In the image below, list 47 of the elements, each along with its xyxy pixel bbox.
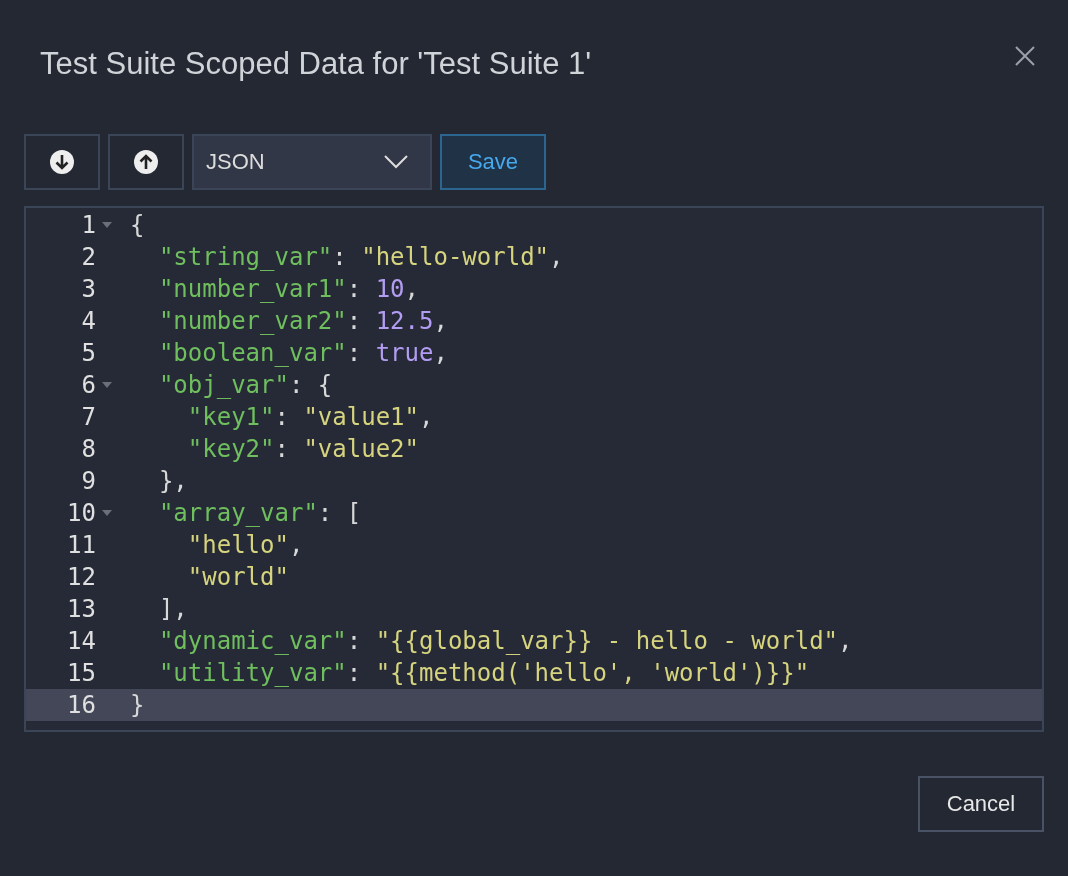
down-arrow-circle-icon — [50, 150, 74, 174]
fold-arrow-icon[interactable] — [102, 222, 112, 228]
code-line: "key1": "value1", — [186, 403, 434, 431]
fold-arrow-icon[interactable] — [102, 510, 112, 516]
fold-arrow-icon[interactable] — [102, 382, 112, 388]
code-line: "dynamic_var": "{{global_var}} - hello - world", — [157, 627, 853, 655]
code-editor[interactable] — [24, 206, 1044, 732]
line-number: 9 — [80, 467, 96, 495]
code-line: "number_var1": 10, — [157, 275, 419, 303]
line-number: 12 — [66, 563, 96, 591]
code-line: "utility_var": "{{method('hello', 'world')}}" — [157, 659, 810, 687]
line-number: 8 — [80, 435, 96, 463]
line-number: 13 — [66, 595, 96, 623]
line-number: 15 — [66, 659, 96, 687]
line-number: 3 — [80, 275, 96, 303]
cancel-button[interactable]: Cancel — [918, 776, 1044, 832]
line-number: 11 — [66, 531, 96, 559]
download-button[interactable] — [24, 134, 100, 190]
code-line: "number_var2": 12.5, — [157, 307, 448, 335]
code-line: } — [130, 691, 145, 719]
line-number: 5 — [80, 339, 96, 367]
close-button[interactable] — [1014, 45, 1036, 67]
close-icon — [1014, 45, 1036, 67]
code-line: ], — [157, 595, 188, 623]
code-line: "obj_var": { — [157, 371, 333, 399]
up-arrow-circle-icon — [134, 150, 158, 174]
upload-button[interactable] — [108, 134, 184, 190]
line-number: 7 — [80, 403, 96, 431]
line-number: 16 — [66, 691, 96, 719]
line-number: 2 — [80, 243, 96, 271]
code-line: "boolean_var": true, — [157, 339, 448, 367]
line-number: 6 — [80, 371, 96, 399]
line-number: 14 — [66, 627, 96, 655]
code-line: "array_var": [ — [157, 499, 362, 527]
line-number: 1 — [80, 211, 96, 239]
code-line: "world" — [186, 563, 289, 591]
code-line: }, — [157, 467, 188, 495]
dialog-title: Test Suite Scoped Data for 'Test Suite 1' — [40, 46, 592, 82]
code-line: { — [130, 211, 145, 239]
code-line: "hello", — [186, 531, 304, 559]
save-button[interactable]: Save — [440, 134, 546, 190]
line-number: 4 — [80, 307, 96, 335]
code-line: "key2": "value2" — [186, 435, 419, 463]
line-number: 10 — [66, 499, 96, 527]
code-line: "string_var": "hello-world", — [157, 243, 564, 271]
format-select[interactable]: JSON — [192, 134, 432, 190]
chevron-down-icon — [384, 155, 408, 169]
